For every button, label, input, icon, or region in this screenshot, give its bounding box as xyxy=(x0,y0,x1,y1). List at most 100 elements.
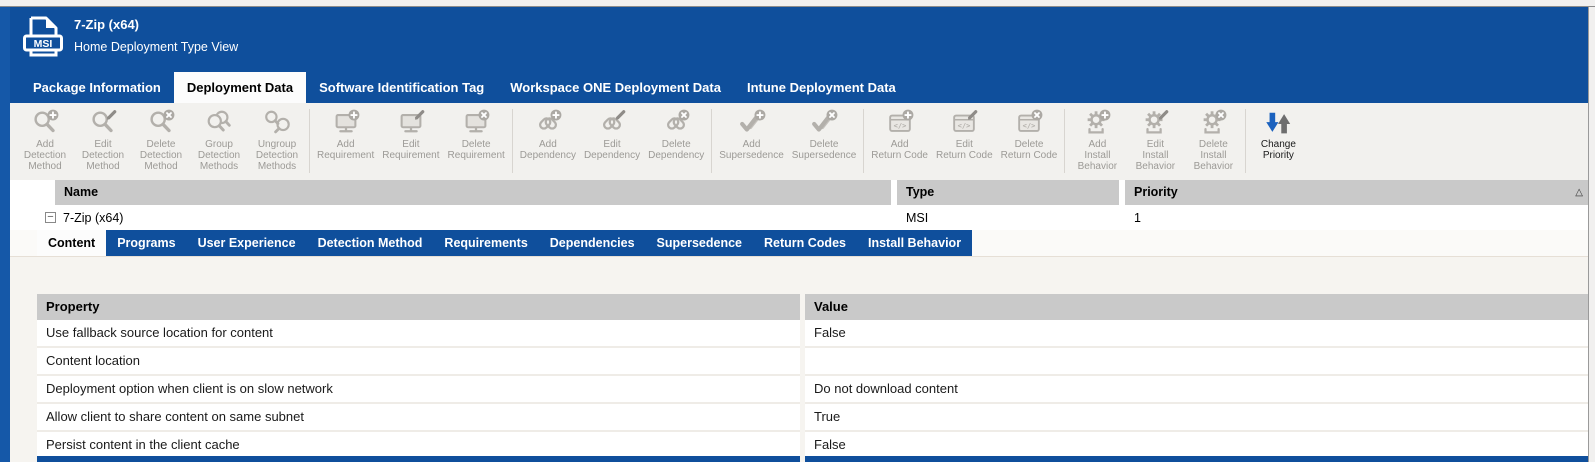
toolbar-button-label: Edit Detection Method xyxy=(82,139,124,172)
magnifier-icon xyxy=(145,108,177,138)
toolbar-button-label: Add Dependency xyxy=(520,139,576,161)
tab-software-identification-tag[interactable]: Software Identification Tag xyxy=(306,72,497,103)
code-window-icon: </> xyxy=(948,108,980,138)
toolbar-button-add-supersedence[interactable]: Add Supersedence xyxy=(715,107,788,161)
toolbar-separator xyxy=(1064,109,1065,173)
property-name-cell: Content location xyxy=(37,348,800,376)
view-header: MSI 7-Zip (x64) Home Deployment Type Vie… xyxy=(10,7,1588,72)
toolbar-button-edit-requirement[interactable]: Edit Requirement xyxy=(378,107,443,161)
property-row[interactable]: Deployment option when client is on slow… xyxy=(37,376,1588,404)
magnifier-icon xyxy=(29,108,61,138)
table-bottom-selection-bar xyxy=(37,456,1588,462)
toolbar-button-delete-requirement[interactable]: Delete Requirement xyxy=(444,107,509,161)
toolbar-button-label: Group Detection Methods xyxy=(198,139,240,172)
subtab-requirements[interactable]: Requirements xyxy=(433,230,538,256)
collapse-expander-icon[interactable]: − xyxy=(45,212,56,223)
toolbar-button-delete-dependency[interactable]: Delete Dependency xyxy=(644,107,708,161)
monitor-icon xyxy=(395,108,427,138)
toolbar-button-delete-return-code[interactable]: </>Delete Return Code xyxy=(997,107,1062,161)
property-table-header: PropertyValue xyxy=(37,294,1588,320)
property-row[interactable]: Use fallback source location for content… xyxy=(37,320,1588,348)
toolbar-button-label: Edit Return Code xyxy=(936,139,993,161)
toolbar-group-supersedence: Add Supersedence Delete Supersedence xyxy=(715,107,860,161)
chain-icon xyxy=(660,108,692,138)
toolbar-button-add-dependency[interactable]: Add Dependency xyxy=(516,107,580,161)
toolbar-button-add-return-code[interactable]: </> Add Return Code xyxy=(867,107,932,161)
msi-file-icon: MSI xyxy=(20,15,66,59)
toolbar-button-label: Add Return Code xyxy=(871,139,928,161)
tab-intune-deployment-data[interactable]: Intune Deployment Data xyxy=(734,72,909,103)
selection-bar-left-segment xyxy=(37,456,800,462)
property-name-cell: Deployment option when client is on slow… xyxy=(37,376,800,404)
toolbar-button-add-install-behavior[interactable]: Add Install Behavior xyxy=(1068,107,1126,172)
toolbar-button-label: Edit Requirement xyxy=(382,139,439,161)
toolbar-button-edit-return-code[interactable]: </> Edit Return Code xyxy=(932,107,997,161)
property-value-cell: False xyxy=(805,320,1588,348)
supersedence-icon xyxy=(736,108,768,138)
subtab-install-behavior[interactable]: Install Behavior xyxy=(857,230,972,256)
subtab-dependencies[interactable]: Dependencies xyxy=(539,230,646,256)
toolbar-group-install-behavior: Add Install Behavior Edit Install Behavi… xyxy=(1068,107,1242,172)
code-window-icon: </> xyxy=(1013,108,1045,138)
toolbar-button-ungroup-detection-methods[interactable]: Ungroup Detection Methods xyxy=(248,107,306,172)
column-header-name[interactable]: Name xyxy=(55,180,891,205)
tab-package-information[interactable]: Package Information xyxy=(20,72,174,103)
main-tabs: Package InformationDeployment DataSoftwa… xyxy=(10,72,1588,103)
svg-text:</>: </> xyxy=(1023,121,1036,130)
toolbar-button-delete-install-behavior[interactable]: Delete Install Behavior xyxy=(1184,107,1242,172)
toolbar-separator xyxy=(711,109,712,173)
toolbar-separator xyxy=(512,109,513,173)
application-window: MSI 7-Zip (x64) Home Deployment Type Vie… xyxy=(0,0,1595,462)
property-row[interactable]: Allow client to share content on same su… xyxy=(37,404,1588,432)
deployment-type-row[interactable]: − 7-Zip (x64) MSI 1 xyxy=(10,205,1588,230)
property-column-header-value[interactable]: Value xyxy=(805,294,1588,320)
subtab-programs[interactable]: Programs xyxy=(106,230,186,256)
toolbar-separator xyxy=(309,109,310,173)
property-column-header-property[interactable]: Property xyxy=(37,294,800,320)
toolbar-group-dependency: Add Dependency Edit Dependency Delete De… xyxy=(516,107,708,161)
code-window-icon: </> xyxy=(884,108,916,138)
gear-icon xyxy=(1081,108,1113,138)
deployment-detail-panel: ContentProgramsUser ExperienceDetection … xyxy=(10,230,1588,462)
selection-bar-right-segment xyxy=(805,456,1588,462)
main-area: MSI 7-Zip (x64) Home Deployment Type Vie… xyxy=(10,7,1588,462)
toolbar-button-group-detection-methods[interactable]: Group Detection Methods xyxy=(190,107,248,172)
toolbar-button-change-priority[interactable]: Change Priority xyxy=(1249,107,1307,161)
property-name-cell: Use fallback source location for content xyxy=(37,320,800,348)
toolbar-button-label: Add Supersedence xyxy=(719,139,784,161)
column-header-type[interactable]: Type xyxy=(897,180,1119,205)
monitor-icon xyxy=(330,108,362,138)
toolbar-button-label: Delete Detection Method xyxy=(140,139,182,172)
svg-text:</>: </> xyxy=(958,121,971,130)
chain-icon xyxy=(596,108,628,138)
toolbar-group-requirement: Add Requirement Edit Requirement Delete … xyxy=(313,107,509,161)
toolbar-button-delete-supersedence[interactable]: Delete Supersedence xyxy=(788,107,861,161)
tab-workspace-one-deployment-data[interactable]: Workspace ONE Deployment Data xyxy=(497,72,734,103)
column-header-priority[interactable]: Priority△ xyxy=(1125,180,1588,205)
view-subtitle: Home Deployment Type View xyxy=(74,40,238,54)
property-row[interactable]: Content location xyxy=(37,348,1588,376)
toolbar-button-edit-install-behavior[interactable]: Edit Install Behavior xyxy=(1126,107,1184,172)
package-title: 7-Zip (x64) xyxy=(74,17,139,32)
toolbar-button-label: Delete Install Behavior xyxy=(1194,139,1233,172)
svg-text:</>: </> xyxy=(893,121,906,130)
detail-subtabs: ContentProgramsUser ExperienceDetection … xyxy=(37,230,972,256)
toolbar-button-edit-dependency[interactable]: Edit Dependency xyxy=(580,107,644,161)
toolbar-button-label: Add Requirement xyxy=(317,139,374,161)
toolbar-button-edit-detection-method[interactable]: Edit Detection Method xyxy=(74,107,132,172)
tab-deployment-data[interactable]: Deployment Data xyxy=(174,72,306,103)
subtab-supersedence[interactable]: Supersedence xyxy=(646,230,753,256)
toolbar-button-label: Change Priority xyxy=(1261,139,1296,161)
toolbar-button-delete-detection-method[interactable]: Delete Detection Method xyxy=(132,107,190,172)
subtab-content[interactable]: Content xyxy=(37,230,106,256)
property-value-cell: Do not download content xyxy=(805,376,1588,404)
content-property-table: PropertyValue Use fallback source locati… xyxy=(37,294,1588,460)
property-value-cell xyxy=(805,348,1588,376)
toolbar-button-add-requirement[interactable]: Add Requirement xyxy=(313,107,378,161)
subtab-return-codes[interactable]: Return Codes xyxy=(753,230,857,256)
msi-icon-label: MSI xyxy=(34,38,53,50)
subtab-user-experience[interactable]: User Experience xyxy=(187,230,307,256)
toolbar-button-add-detection-method[interactable]: Add Detection Method xyxy=(16,107,74,172)
toolbar-button-label: Ungroup Detection Methods xyxy=(256,139,298,172)
subtab-detection-method[interactable]: Detection Method xyxy=(307,230,434,256)
